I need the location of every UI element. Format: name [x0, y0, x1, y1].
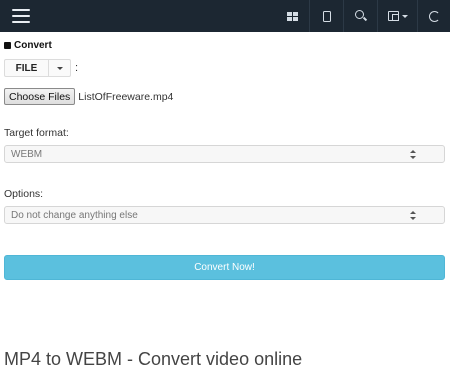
source-colon: : — [75, 62, 79, 74]
choose-files-button[interactable]: Choose Files — [4, 88, 76, 105]
search-icon[interactable] — [343, 0, 377, 32]
top-navbar — [0, 0, 450, 32]
convert-heading: Convert — [4, 40, 52, 51]
file-source-button[interactable]: FILE — [4, 59, 49, 77]
convert-heading-text: Convert — [14, 40, 52, 51]
language-icon[interactable] — [377, 0, 417, 32]
select-arrows-icon — [410, 150, 416, 159]
target-format-value: WEBM — [11, 148, 43, 160]
hamburger-menu-icon[interactable] — [12, 9, 32, 23]
file-input-row: Choose Files ListOfFreeware.mp4 — [4, 88, 173, 105]
target-format-select[interactable]: WEBM — [4, 145, 445, 163]
caret-down-icon — [56, 66, 63, 70]
target-format-label: Target format: — [4, 127, 69, 139]
source-dropdown-button[interactable] — [49, 59, 71, 77]
options-value: Do not change anything else — [11, 209, 138, 221]
grid-icon[interactable] — [275, 0, 309, 32]
refresh-icon[interactable] — [417, 0, 450, 32]
square-icon — [4, 42, 11, 49]
select-arrows-icon — [410, 211, 416, 220]
source-selector: FILE : — [4, 59, 78, 77]
selected-file-name: ListOfFreeware.mp4 — [78, 90, 174, 103]
options-select[interactable]: Do not change anything else — [4, 206, 445, 224]
mobile-icon[interactable] — [309, 0, 343, 32]
convert-now-button[interactable]: Convert Now! — [4, 255, 445, 280]
options-label: Options: — [4, 188, 44, 200]
page-title: MP4 to WEBM - Convert video online — [4, 349, 303, 369]
